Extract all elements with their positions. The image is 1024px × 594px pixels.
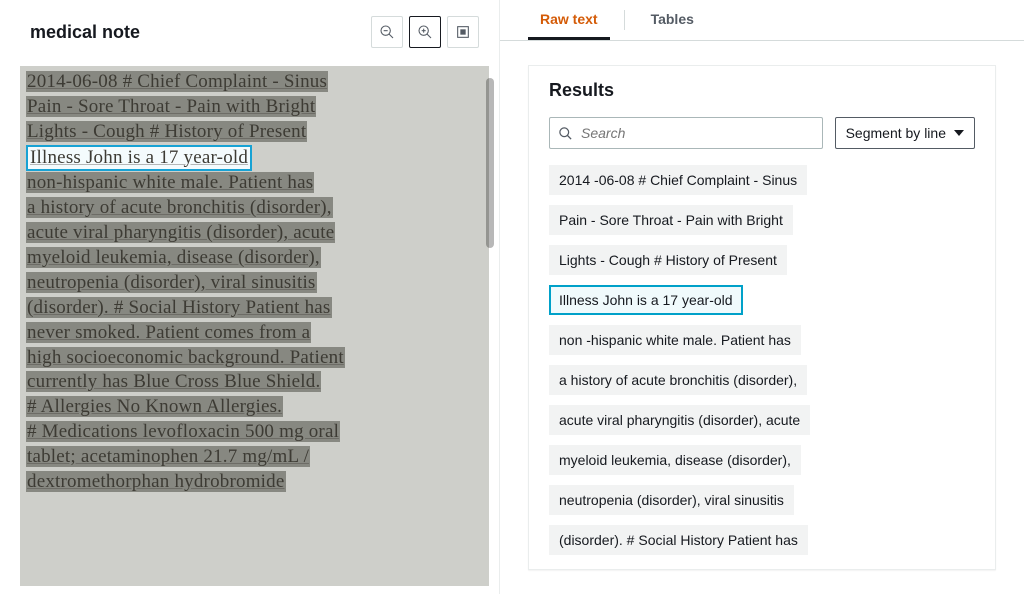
handwriting-line[interactable]: # Allergies No Known Allergies.	[26, 396, 283, 417]
zoom-in-icon	[417, 24, 433, 40]
search-input[interactable]	[579, 124, 814, 142]
segments-list: 2014 -06-08 # Chief Complaint - Sinus Pai…	[529, 155, 995, 565]
handwriting-line[interactable]: # Medications levofloxacin 500 mg oral	[26, 421, 340, 442]
segment-chip[interactable]: acute viral pharyngitis (disorder), acut…	[549, 405, 810, 435]
results-card: Results Segment by line 2014 -06-08 # Ch…	[528, 65, 996, 570]
handwriting-line[interactable]: non-hispanic white male. Patient has	[26, 172, 314, 193]
handwriting-line[interactable]: a history of acute bronchitis (disorder)…	[26, 197, 333, 218]
search-icon	[558, 126, 573, 141]
handwriting-line[interactable]: never smoked. Patient comes from a	[26, 322, 311, 343]
handwriting-line[interactable]: (disorder). # Social History Patient has	[26, 297, 332, 318]
handwriting-line[interactable]: tablet; acetaminophen 21.7 mg/mL /	[26, 446, 310, 467]
segment-chip[interactable]: neutropenia (disorder), viral sinusitis	[549, 485, 794, 515]
scrollbar[interactable]	[486, 78, 494, 534]
handwriting-line[interactable]: acute viral pharyngitis (disorder), acut…	[26, 222, 335, 243]
handwriting-line[interactable]: Lights - Cough # History of Present	[26, 121, 307, 142]
zoom-in-button[interactable]	[409, 16, 441, 48]
fit-to-page-icon	[455, 24, 471, 40]
segment-chip[interactable]: myeloid leukemia, disease (disorder),	[549, 445, 801, 475]
zoom-out-button[interactable]	[371, 16, 403, 48]
handwriting-line[interactable]: dextromethorphan hydrobromide	[26, 471, 286, 492]
fit-to-page-button[interactable]	[447, 16, 479, 48]
handwriting-line[interactable]: neutropenia (disorder), viral sinusitis	[26, 272, 317, 293]
tab-separator	[624, 10, 625, 30]
analysis-pane: Raw text Tables Results Segment by line 2…	[500, 0, 1024, 594]
handwriting-line[interactable]: myeloid leukemia, disease (disorder),	[26, 247, 321, 268]
chevron-down-icon	[954, 130, 964, 136]
handwriting-line[interactable]: currently has Blue Cross Blue Shield.	[26, 371, 321, 392]
segment-chip[interactable]: Pain - Sore Throat - Pain with Bright	[549, 205, 793, 235]
document-header: medical note	[0, 0, 499, 58]
handwriting-line[interactable]: 2014-06-08 # Chief Complaint - Sinus	[26, 71, 328, 92]
results-controls: Segment by line	[529, 107, 995, 155]
document-viewer[interactable]: 2014-06-08 # Chief Complaint - Sinus Pain…	[0, 58, 499, 594]
segment-chip[interactable]: a history of acute bronchitis (disorder)…	[549, 365, 807, 395]
document-title: medical note	[30, 22, 140, 43]
search-box[interactable]	[549, 117, 823, 149]
results-title: Results	[529, 66, 995, 107]
scrollbar-thumb[interactable]	[486, 78, 494, 248]
segment-chip[interactable]: Lights - Cough # History of Present	[549, 245, 787, 275]
page-surface: 2014-06-08 # Chief Complaint - Sinus Pain…	[20, 66, 489, 586]
tab-raw-text[interactable]: Raw text	[528, 0, 610, 40]
handwriting-line[interactable]: Illness John is a 17 year-old	[26, 145, 252, 172]
analysis-tabs: Raw text Tables	[500, 0, 1024, 41]
segment-dropdown[interactable]: Segment by line	[835, 117, 975, 149]
document-toolbar	[371, 16, 479, 48]
segment-chip[interactable]: non -hispanic white male. Patient has	[549, 325, 801, 355]
segment-dropdown-label: Segment by line	[846, 125, 946, 141]
handwriting-line[interactable]: Pain - Sore Throat - Pain with Bright	[26, 96, 316, 117]
zoom-out-icon	[379, 24, 395, 40]
results-container: Results Segment by line 2014 -06-08 # Ch…	[500, 41, 1024, 594]
segment-chip[interactable]: Illness John is a 17 year-old	[549, 285, 743, 315]
document-pane: medical note 2014-06-08 # Chief Complain…	[0, 0, 500, 594]
segment-chip[interactable]: 2014 -06-08 # Chief Complaint - Sinus	[549, 165, 807, 195]
handwriting-line[interactable]: high socioeconomic background. Patient	[26, 347, 345, 368]
segment-chip[interactable]: (disorder). # Social History Patient has	[549, 525, 808, 555]
tab-tables[interactable]: Tables	[639, 0, 706, 40]
